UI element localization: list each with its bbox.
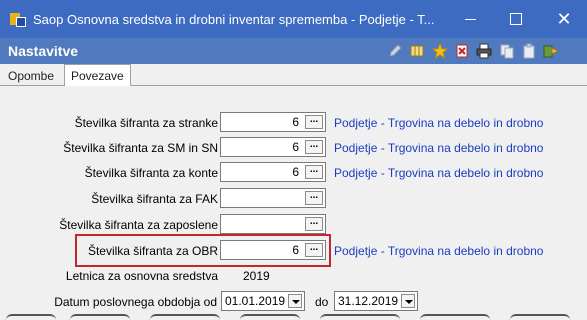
delete-icon[interactable] — [452, 41, 472, 61]
browse-button-sm-sn[interactable]: ... — [305, 140, 323, 154]
date-from-value: 01.01.2019 — [225, 294, 286, 308]
label-sm-sn: Številka šifranta za SM in SN — [63, 141, 218, 155]
print-icon[interactable] — [474, 41, 494, 61]
label-do: do — [315, 295, 329, 309]
cutoff-content — [0, 312, 587, 320]
date-to-field[interactable]: 31.12.2019 — [334, 291, 418, 311]
obr-value: 6 — [292, 243, 299, 257]
columns-icon[interactable] — [407, 41, 427, 61]
date-to-value: 31.12.2019 — [338, 294, 399, 308]
window-title: Saop Osnovna sredstva in drobni inventar… — [33, 11, 435, 27]
tab-strip: Opombe Povezave — [0, 64, 587, 87]
paste-icon[interactable] — [519, 41, 539, 61]
link-obr[interactable]: Podjetje - Trgovina na debelo in drobno — [334, 244, 543, 258]
label-letnica: Letnica za osnovna sredstva — [65, 269, 218, 283]
close-button[interactable]: ✕ — [541, 0, 587, 38]
date-to-dropdown-icon[interactable] — [401, 294, 415, 308]
link-stranke[interactable]: Podjetje - Trgovina na debelo in drobno — [334, 116, 543, 130]
exit-icon[interactable] — [542, 41, 562, 61]
letnica-value[interactable]: 2019 — [243, 269, 270, 283]
edit-icon[interactable] — [385, 41, 405, 61]
browse-button-konte[interactable]: ... — [305, 165, 323, 179]
link-konte[interactable]: Podjetje - Trgovina na debelo in drobno — [334, 166, 543, 180]
maximize-button[interactable] — [493, 0, 539, 38]
section-title: Nastavitve — [8, 43, 79, 59]
link-sm-sn[interactable]: Podjetje - Trgovina na debelo in drobno — [334, 141, 543, 155]
stranke-value: 6 — [292, 115, 299, 129]
copy-icon[interactable] — [497, 41, 517, 61]
label-zaposlene: Številka šifranta za zaposlene — [59, 218, 218, 232]
label-konte: Številka šifranta za konte — [84, 166, 218, 180]
browse-button-fak[interactable]: ... — [305, 191, 323, 205]
date-from-dropdown-icon[interactable] — [288, 294, 302, 308]
konte-field[interactable]: 6 ... — [220, 162, 326, 182]
browse-button-stranke[interactable]: ... — [305, 115, 323, 129]
sm-sn-field[interactable]: 6 ... — [220, 137, 326, 157]
app-icon — [10, 11, 26, 27]
minimize-button[interactable] — [447, 0, 493, 38]
tab-opombe[interactable]: Opombe — [2, 67, 60, 86]
obr-field[interactable]: 6 ... — [220, 240, 326, 260]
browse-button-obr[interactable]: ... — [305, 243, 323, 257]
star-icon[interactable] — [430, 41, 450, 61]
sm-sn-value: 6 — [292, 140, 299, 154]
label-datum: Datum poslovnega obdobja od — [54, 295, 217, 309]
tab-povezave[interactable]: Povezave — [64, 64, 131, 87]
browse-button-zaposlene[interactable]: ... — [305, 217, 323, 231]
date-from-field[interactable]: 01.01.2019 — [221, 291, 305, 311]
konte-value: 6 — [292, 165, 299, 179]
stranke-field[interactable]: 6 ... — [220, 112, 326, 132]
label-fak: Številka šifranta za FAK — [91, 192, 218, 206]
zaposlene-field[interactable]: ... — [220, 214, 326, 234]
fak-field[interactable]: ... — [220, 188, 326, 208]
label-obr: Številka šifranta za OBR — [87, 244, 218, 258]
label-stranke: Številka šifranta za stranke — [74, 116, 218, 130]
